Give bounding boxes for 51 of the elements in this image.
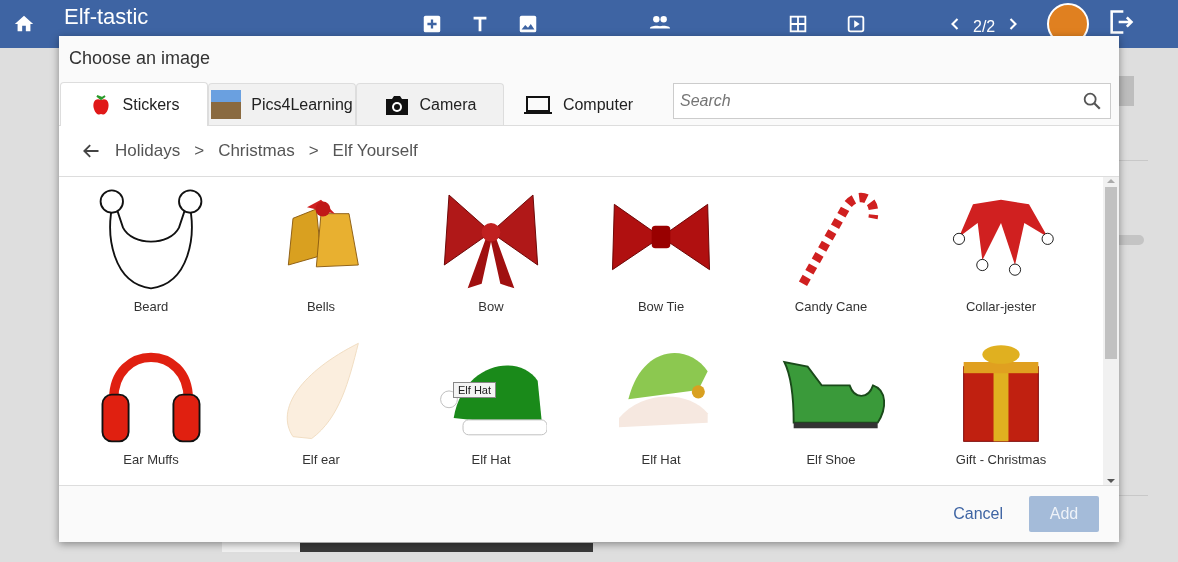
tab[interactable]: Computer	[504, 83, 652, 125]
sticker-tile[interactable]: Bells	[236, 181, 406, 334]
breadcrumb-link[interactable]: Elf Yourself	[332, 141, 418, 161]
sticker-label: Elf Shoe	[806, 452, 856, 468]
sticker-label: Beard	[133, 299, 169, 315]
sticker-tile[interactable]: Ear Muffs	[66, 334, 236, 485]
sticker-label: Elf ear	[302, 452, 340, 468]
add-box-icon[interactable]	[421, 13, 443, 35]
dialog-title: Choose an image	[68, 47, 212, 70]
sticker-label: Elf Hat	[471, 452, 511, 468]
image-icon[interactable]	[517, 13, 539, 35]
sticker-label: Bells	[306, 299, 336, 315]
sticker-label: Collar-jester	[965, 299, 1037, 315]
tab[interactable]: Pics4Learning	[208, 83, 356, 125]
sticker-tile[interactable]: Elf ear	[236, 334, 406, 485]
tooltip: Elf Hat	[453, 382, 496, 398]
sticker-tile[interactable]: Gift - Christmas	[916, 334, 1086, 485]
tab[interactable]: Stickers	[60, 82, 208, 126]
laptop-icon	[522, 93, 553, 116]
scroll-down-arrow-icon[interactable]	[1107, 477, 1115, 485]
search-icon[interactable]	[1081, 90, 1103, 112]
sticker-label: Candy Cane	[794, 299, 868, 315]
sticker-label: Bow Tie	[637, 299, 685, 315]
sticker-tile[interactable]: Elf Hat	[576, 334, 746, 485]
breadcrumb-link[interactable]: Christmas	[218, 141, 295, 161]
sticker-label: Elf Hat	[641, 452, 681, 468]
sticker-tile[interactable]: Collar-jester	[916, 181, 1086, 334]
play-icon[interactable]	[845, 13, 867, 35]
sticker-tile[interactable]: Bow Tie	[576, 181, 746, 334]
scrollbar[interactable]	[1103, 177, 1119, 485]
sticker-tile[interactable]: Beard	[66, 181, 236, 334]
cancel-button[interactable]: Cancel	[937, 496, 1019, 532]
breadcrumb-separator: >	[194, 141, 205, 161]
camera-icon	[383, 93, 410, 116]
bells-drawing	[287, 199, 359, 268]
grid-icon[interactable]	[787, 13, 809, 35]
sticker-label: Bow	[478, 299, 504, 315]
sticker-tile[interactable]: Elf Hat Elf Hat	[406, 334, 576, 485]
page-indicator: 2/2	[973, 18, 996, 36]
sticker-tile[interactable]: Candy Cane	[746, 181, 916, 334]
breadcrumb-link[interactable]: Holidays	[115, 141, 181, 161]
tab[interactable]: Camera	[356, 83, 504, 125]
logout-icon[interactable]	[1107, 8, 1136, 36]
sticker-tile[interactable]: Bow	[406, 181, 576, 334]
sticker-tile[interactable]: Elf Shoe	[746, 334, 916, 485]
sticker-label: Ear Muffs	[123, 452, 179, 468]
app-title: Elf-tastic	[64, 4, 150, 30]
sticker-label: Gift - Christmas	[955, 452, 1047, 468]
breadcrumb-separator: >	[308, 141, 319, 161]
search-field[interactable]: Search	[673, 83, 1111, 119]
field-photo-placeholder	[211, 90, 242, 119]
